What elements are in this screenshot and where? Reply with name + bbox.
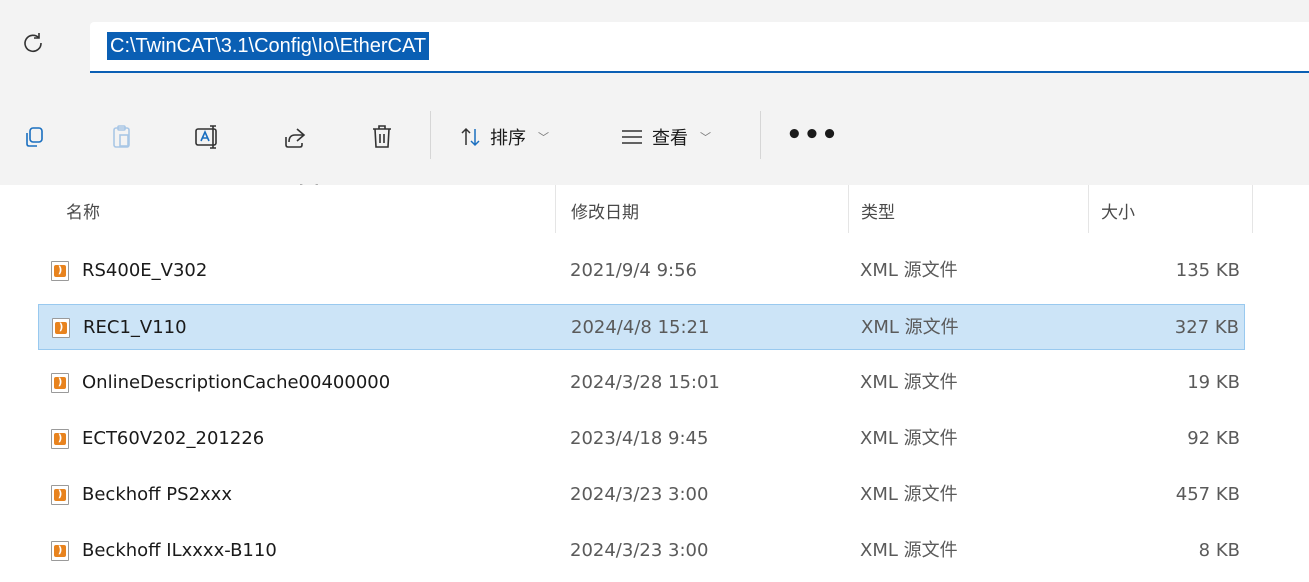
copy-icon[interactable] (17, 120, 51, 154)
file-modified: 2021/9/4 9:56 (570, 260, 697, 281)
sort-button[interactable]: 排序 ﹀ (460, 120, 549, 154)
paste-icon[interactable] (105, 120, 139, 154)
column-divider[interactable] (848, 185, 849, 233)
file-type: XML 源文件 (860, 372, 958, 393)
column-divider[interactable] (555, 185, 556, 233)
file-size: 327 KB (1174, 317, 1239, 338)
file-row[interactable]: ) Beckhoff ILxxxx-B110 2024/3/23 3:00 XML 源… (38, 528, 1245, 574)
more-options-button[interactable]: ••• (786, 120, 839, 150)
xml-file-icon: ) (51, 541, 69, 561)
file-name: RS400E_V302 (82, 260, 208, 281)
column-divider[interactable] (1088, 185, 1089, 233)
file-modified: 2024/4/8 15:21 (571, 317, 710, 338)
address-bar-region: C:\TwinCAT\3.1\Config\Io\EtherCAT (0, 0, 1309, 95)
file-name: ECT60V202_201226 (82, 428, 265, 449)
xml-file-icon: ) (52, 318, 70, 338)
file-row[interactable]: ) Beckhoff PS2xxx 2024/3/23 3:00 XML 源文件 457… (38, 472, 1245, 518)
file-name: Beckhoff PS2xxx (82, 484, 232, 505)
file-size: 135 KB (1175, 260, 1240, 281)
file-size: 92 KB (1187, 428, 1240, 449)
file-type: XML 源文件 (860, 484, 958, 505)
xml-file-icon: ) (51, 373, 69, 393)
file-type: XML 源文件 (860, 260, 958, 281)
file-type: XML 源文件 (860, 540, 958, 561)
column-header: 名称 修改日期 类型 大小 (0, 185, 1309, 240)
file-modified: 2024/3/23 3:00 (570, 484, 709, 505)
column-modified[interactable]: 修改日期 (571, 197, 639, 229)
column-size[interactable]: 大小 (1101, 197, 1135, 229)
view-label: 查看 (652, 128, 688, 149)
file-row[interactable]: ) REC1_V110 2024/4/8 15:21 XML 源文件 327 KB (38, 304, 1245, 350)
file-modified: 2024/3/23 3:00 (570, 540, 709, 561)
xml-file-icon: ) (51, 485, 69, 505)
xml-file-icon: ) (51, 429, 69, 449)
view-button[interactable]: 查看 ﹀ (620, 120, 711, 154)
delete-icon[interactable] (365, 120, 399, 154)
file-name: Beckhoff ILxxxx-B110 (82, 540, 277, 561)
chevron-down-icon: ﹀ (700, 131, 711, 144)
xml-file-icon: ) (51, 261, 69, 281)
file-row[interactable]: ) OnlineDescriptionCache00400000 2024/3/28… (38, 360, 1245, 406)
column-divider[interactable] (1252, 185, 1253, 233)
file-name: OnlineDescriptionCache00400000 (82, 372, 391, 393)
file-name: REC1_V110 (83, 317, 187, 338)
address-input[interactable]: C:\TwinCAT\3.1\Config\Io\EtherCAT (90, 22, 1309, 73)
column-name[interactable]: 名称 (66, 197, 100, 229)
sort-icon (461, 127, 480, 147)
file-type: XML 源文件 (861, 317, 959, 338)
file-type: XML 源文件 (860, 428, 958, 449)
file-modified: 2023/4/18 9:45 (570, 428, 709, 449)
address-path[interactable]: C:\TwinCAT\3.1\Config\Io\EtherCAT (107, 32, 430, 60)
chevron-down-icon: ﹀ (538, 131, 549, 144)
view-icon (622, 130, 642, 144)
toolbar-divider (430, 111, 431, 159)
sort-label: 排序 (490, 128, 526, 149)
file-size: 19 KB (1187, 372, 1240, 393)
share-icon[interactable] (278, 120, 312, 154)
file-size: 457 KB (1175, 484, 1240, 505)
file-row[interactable]: ) RS400E_V302 2021/9/4 9:56 XML 源文件 135 KB (38, 248, 1245, 294)
column-type[interactable]: 类型 (861, 197, 895, 229)
refresh-icon[interactable] (20, 28, 46, 58)
rename-icon[interactable] (190, 120, 224, 154)
command-toolbar: 排序 ﹀ 查看 ﹀ (0, 95, 1309, 186)
file-row[interactable]: ) ECT60V202_201226 2023/4/18 9:45 XML 源文件 92… (38, 416, 1245, 462)
file-size: 8 KB (1198, 540, 1240, 561)
file-modified: 2024/3/28 15:01 (570, 372, 720, 393)
toolbar-divider (760, 111, 761, 159)
